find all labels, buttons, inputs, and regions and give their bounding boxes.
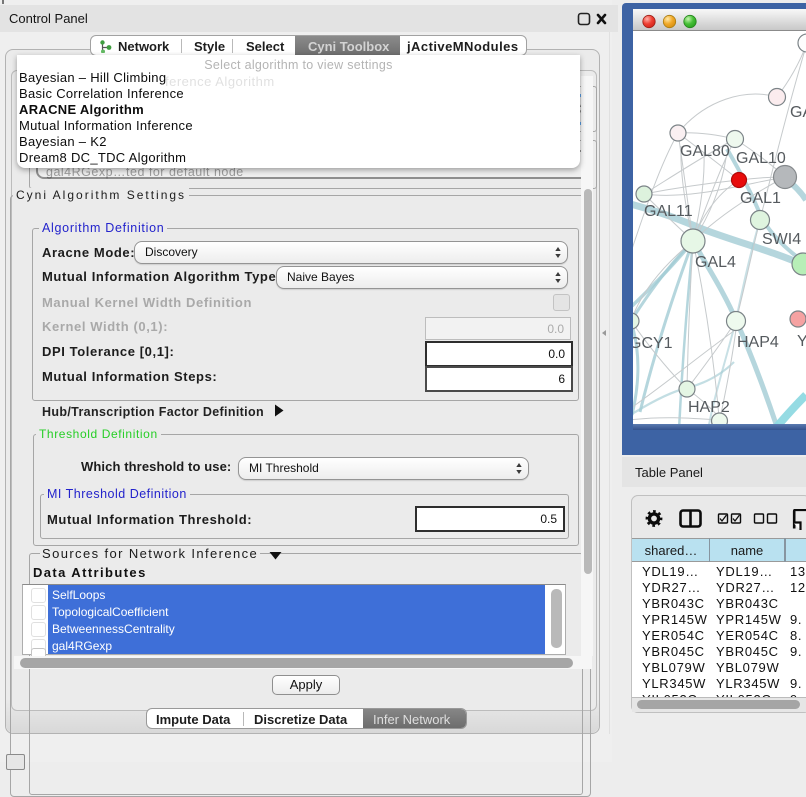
svg-text:GAL80: GAL80 xyxy=(680,143,730,160)
svg-text:SWI4: SWI4 xyxy=(762,231,801,248)
svg-text:GCY1: GCY1 xyxy=(633,335,673,352)
svg-text:GAL4: GAL4 xyxy=(695,254,736,271)
svg-text:Y: Y xyxy=(797,333,806,350)
svg-text:HAP4: HAP4 xyxy=(737,334,779,351)
svg-text:GAL11: GAL11 xyxy=(644,203,693,220)
svg-text:HAP2: HAP2 xyxy=(688,399,730,416)
svg-text:GAL1: GAL1 xyxy=(740,190,781,207)
svg-text:GAL: GAL xyxy=(790,104,806,121)
svg-text:GAL10: GAL10 xyxy=(736,150,786,167)
